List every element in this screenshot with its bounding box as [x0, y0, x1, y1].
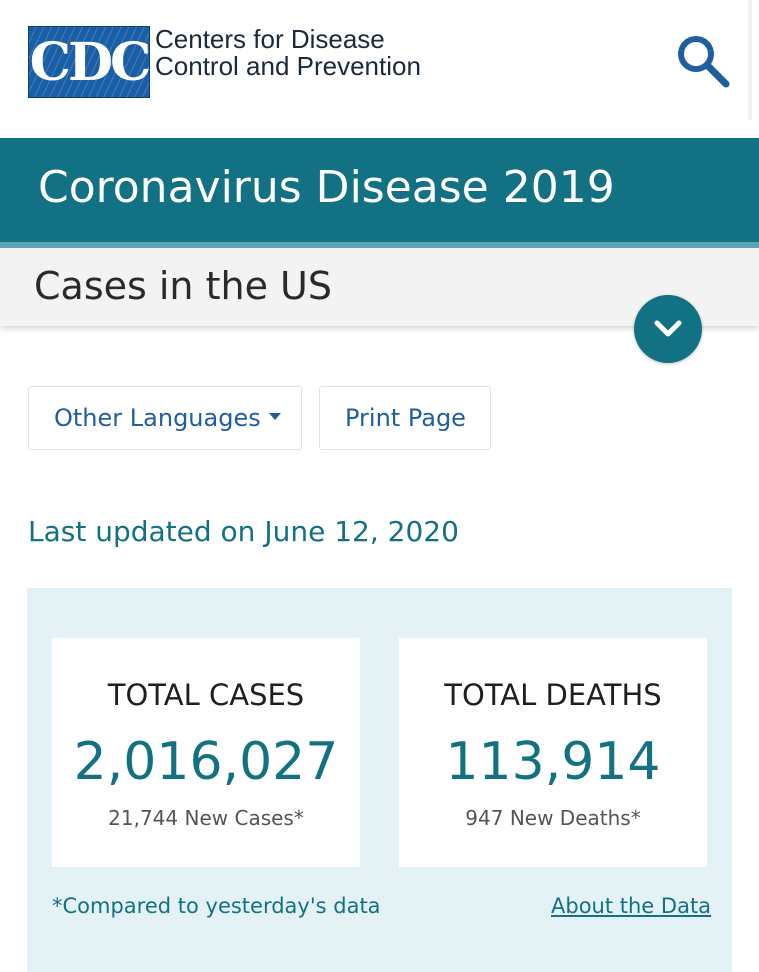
other-languages-button[interactable]: Other Languages [28, 386, 302, 450]
cdc-logo[interactable]: CDC [28, 26, 150, 98]
total-cases-value: 2,016,027 [73, 732, 339, 792]
print-page-label: Print Page [345, 404, 466, 432]
agency-name-line2: Control and Prevention [155, 51, 421, 81]
new-deaths-text: 947 New Deaths* [465, 806, 641, 830]
total-deaths-label: TOTAL DEATHS [444, 678, 662, 712]
section-menu-toggle[interactable] [634, 295, 702, 363]
header-divider [748, 0, 752, 120]
caret-down-icon [268, 412, 281, 420]
agency-name[interactable]: Centers for Disease Control and Preventi… [155, 26, 421, 80]
topic-title: Coronavirus Disease 2019 [38, 162, 615, 213]
total-deaths-card: TOTAL DEATHS 113,914 947 New Deaths* [399, 638, 707, 867]
print-page-button[interactable]: Print Page [319, 386, 491, 450]
search-button[interactable] [672, 30, 734, 90]
other-languages-label: Other Languages [54, 404, 261, 432]
chevron-down-icon [654, 320, 682, 337]
last-updated: Last updated on June 12, 2020 [28, 515, 459, 548]
agency-name-line1: Centers for Disease [155, 24, 385, 54]
section-title: Cases in the US [34, 264, 332, 308]
logo-text: CDC [29, 32, 149, 93]
total-cases-label: TOTAL CASES [107, 678, 305, 712]
total-cases-card: TOTAL CASES 2,016,027 21,744 New Cases* [52, 638, 360, 867]
topic-banner: Coronavirus Disease 2019 [0, 138, 759, 248]
search-icon [678, 36, 730, 88]
total-deaths-value: 113,914 [445, 732, 661, 792]
site-header: CDC Centers for Disease Control and Prev… [0, 0, 759, 138]
comparison-footnote: *Compared to yesterday's data [52, 894, 381, 918]
new-cases-text: 21,744 New Cases* [108, 806, 304, 830]
stats-panel: TOTAL CASES 2,016,027 21,744 New Cases* … [27, 588, 732, 972]
about-the-data-link[interactable]: About the Data [551, 894, 711, 918]
